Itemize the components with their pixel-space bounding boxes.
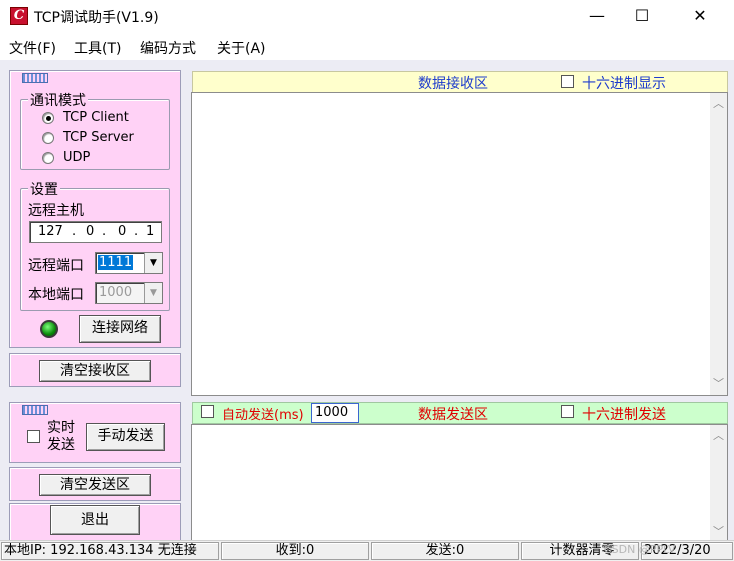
watermark-text: CSDN @PPLV (604, 543, 676, 556)
app-logo-icon: C (10, 7, 28, 25)
minimize-button[interactable]: — (574, 0, 620, 32)
settings-title: 设置 (28, 179, 60, 199)
radio-udp[interactable] (42, 152, 54, 164)
ip-octet-3: 0 (118, 224, 127, 239)
status-local-ip: 本地IP: 192.168.43.134 无连接 (1, 542, 219, 560)
connect-button[interactable]: 连接网络 (79, 315, 161, 343)
scroll-down-icon[interactable]: ﹀ (713, 523, 724, 539)
menu-file[interactable]: 文件(F) (9, 38, 56, 58)
scroll-up-icon[interactable]: ︿ (713, 95, 724, 111)
chevron-down-icon[interactable]: ▼ (144, 283, 162, 303)
radio-udp-label: UDP (63, 150, 91, 165)
connection-status-led (40, 320, 58, 338)
send-scrollbar[interactable]: ︿ ﹀ (710, 425, 727, 540)
receive-area-title: 数据接收区 (418, 76, 488, 92)
realtime-send-checkbox[interactable] (27, 430, 40, 443)
scroll-down-icon[interactable]: ﹀ (713, 375, 724, 391)
remote-host-ip-field[interactable]: 127 . 0 . 0 . 1 (29, 221, 162, 243)
hex-display-checkbox[interactable] (561, 75, 574, 88)
ip-octet-4: 1 (146, 224, 155, 239)
send-textarea[interactable] (191, 424, 728, 541)
remote-host-label: 远程主机 (28, 203, 84, 219)
receive-textarea[interactable] (191, 92, 728, 396)
menu-encoding[interactable]: 编码方式 (140, 38, 196, 58)
chevron-down-icon[interactable]: ▼ (144, 253, 162, 273)
hex-display-label: 十六进制显示 (582, 76, 666, 92)
remote-port-combobox[interactable]: 1111 ▼ (95, 252, 163, 274)
ip-octet-2: 0 (86, 224, 95, 239)
clear-send-button[interactable]: 清空发送区 (39, 474, 151, 496)
realtime-send-label-line2: 发送 (47, 437, 75, 453)
ip-dot: . (134, 224, 139, 239)
hex-send-label: 十六进制发送 (582, 407, 666, 423)
exit-button[interactable]: 退出 (50, 505, 140, 535)
radio-tcp-client-label: TCP Client (63, 110, 129, 125)
local-port-label: 本地端口 (28, 287, 84, 303)
radio-tcp-server[interactable] (42, 132, 54, 144)
local-port-value: 1000 (99, 285, 133, 300)
status-received: 收到:0 (221, 542, 369, 560)
status-sent: 发送:0 (371, 542, 519, 560)
auto-send-checkbox[interactable] (201, 405, 214, 418)
hex-send-checkbox[interactable] (561, 405, 574, 418)
local-port-combobox[interactable]: 1000 ▼ (95, 282, 163, 304)
maximize-button[interactable]: ☐ (619, 0, 665, 32)
auto-send-interval-value: 1000 (315, 405, 349, 420)
menu-about[interactable]: 关于(A) (217, 38, 266, 58)
panel-grip-icon (22, 405, 48, 415)
manual-send-button[interactable]: 手动发送 (86, 423, 165, 451)
auto-send-label: 自动发送(ms) (222, 408, 304, 423)
window-title: TCP调试助手(V1.9) (34, 10, 159, 26)
ip-dot: . (102, 224, 107, 239)
ip-octet-1: 127 (38, 224, 63, 239)
menu-tools[interactable]: 工具(T) (74, 38, 121, 58)
scroll-up-icon[interactable]: ︿ (713, 427, 724, 443)
remote-port-value: 1111 (98, 255, 134, 270)
comm-mode-title: 通讯模式 (28, 90, 88, 110)
ip-dot: . (72, 224, 77, 239)
realtime-send-label: 实时 发送 (47, 420, 75, 454)
realtime-send-label-line1: 实时 (47, 420, 75, 436)
remote-port-label: 远程端口 (28, 258, 84, 274)
send-area-title: 数据发送区 (418, 407, 488, 423)
radio-tcp-client[interactable] (42, 112, 54, 124)
radio-tcp-server-label: TCP Server (63, 130, 134, 145)
close-button[interactable]: ✕ (677, 0, 723, 32)
receive-scrollbar[interactable]: ︿ ﹀ (710, 93, 727, 395)
panel-grip-icon (22, 73, 48, 83)
auto-send-interval-input[interactable]: 1000 (311, 403, 359, 423)
clear-receive-button[interactable]: 清空接收区 (39, 360, 151, 382)
